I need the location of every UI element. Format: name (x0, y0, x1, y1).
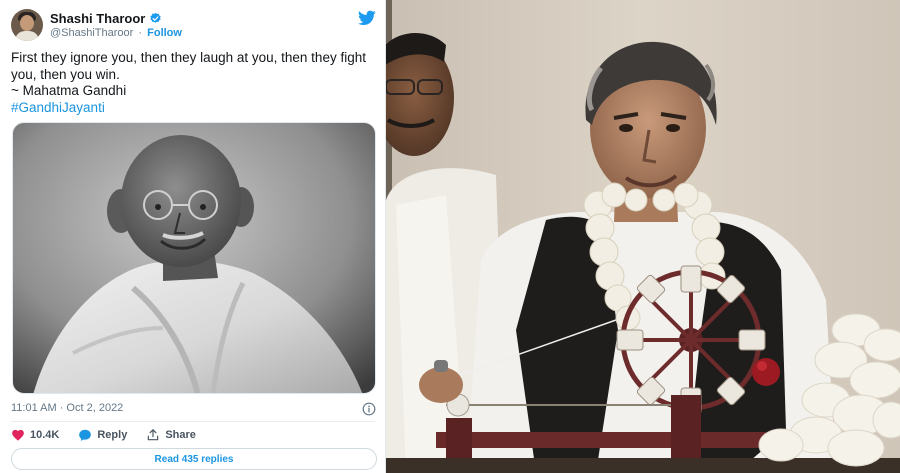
share-upload-icon (148, 429, 159, 441)
follow-button[interactable]: Follow (147, 27, 182, 39)
heart-icon (12, 429, 24, 441)
handle-separator: · (138, 27, 143, 39)
reply-bubble-icon (79, 429, 92, 441)
divider (11, 421, 375, 422)
tweet-timestamp[interactable]: 11:01 AM · Oct 2, 2022 (11, 402, 123, 414)
hashtag-link[interactable]: #GandhiJayanti (11, 100, 377, 117)
tweet-text-line: you, then you win. (11, 66, 120, 82)
author-name[interactable]: Shashi Tharoor (50, 11, 145, 26)
tweet-text-line: First they ignore you, then they laugh a… (11, 50, 366, 65)
tweet-photo[interactable] (12, 122, 376, 394)
tweet-actions: 10.4K Reply Share (11, 428, 215, 442)
author-handle[interactable]: @ShashiTharoor (50, 27, 133, 39)
tweet-card: Shashi Tharoor @ShashiTharoor · Follow F… (0, 0, 386, 473)
event-photo (386, 0, 900, 473)
twitter-bird-icon[interactable] (358, 10, 376, 26)
tweet-text-line: ~ Mahatma Gandhi (11, 83, 127, 98)
share-label: Share (165, 429, 196, 441)
avatar[interactable] (11, 9, 43, 41)
tweet-text: First they ignore you, then they laugh a… (11, 50, 377, 116)
reply-button[interactable]: Reply (78, 428, 127, 442)
reply-label: Reply (97, 429, 128, 441)
handle-row: @ShashiTharoor · Follow (50, 27, 182, 39)
share-button[interactable]: Share (146, 428, 196, 442)
verified-badge-icon (150, 12, 162, 23)
info-icon[interactable] (362, 402, 376, 416)
likes-count: 10.4K (30, 429, 60, 441)
author-row: Shashi Tharoor (50, 11, 162, 26)
like-button[interactable]: 10.4K (11, 428, 59, 442)
portrait-image (13, 123, 375, 393)
spinning-wheel-scene-image (386, 0, 900, 473)
read-replies-button[interactable]: Read 435 replies (11, 448, 377, 470)
